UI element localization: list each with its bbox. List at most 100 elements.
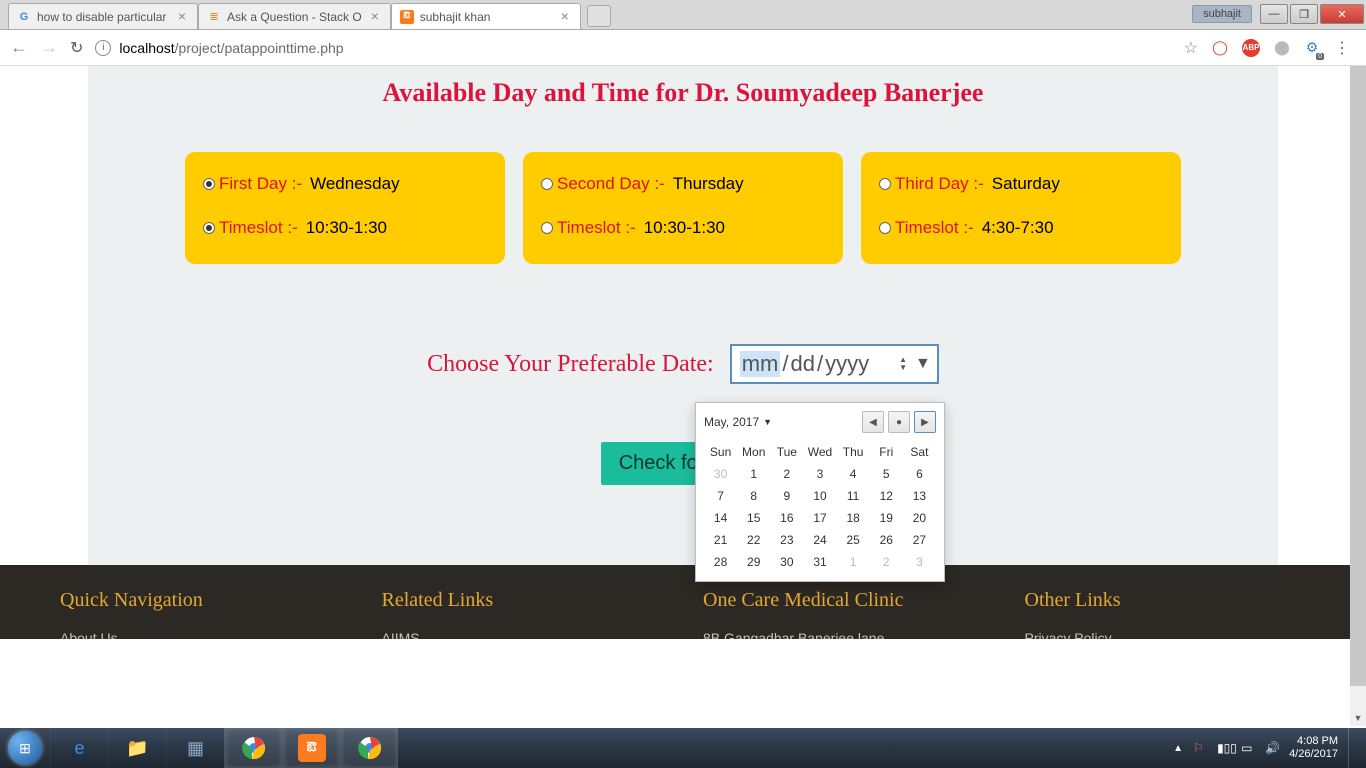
- vertical-scrollbar[interactable]: ▼: [1350, 66, 1366, 726]
- battery-icon[interactable]: ▭: [1241, 741, 1255, 755]
- second-timeslot-radio[interactable]: [541, 222, 553, 234]
- calendar-day-cell[interactable]: 1: [737, 463, 770, 485]
- date-input[interactable]: mm / dd / yyyy ▲▼ ▼: [730, 344, 939, 384]
- calendar-day-cell[interactable]: 13: [903, 485, 936, 507]
- taskbar-xampp[interactable]: ఔ: [282, 728, 340, 768]
- calendar-day-cell[interactable]: 19: [870, 507, 903, 529]
- calendar-day-cell[interactable]: 14: [704, 507, 737, 529]
- calendar-day-cell[interactable]: 8: [737, 485, 770, 507]
- calendar-day-cell[interactable]: 2: [770, 463, 803, 485]
- taskbar-app[interactable]: ▦: [166, 728, 224, 768]
- calendar-day-cell[interactable]: 17: [803, 507, 836, 529]
- adblock-extension-icon[interactable]: ABP: [1242, 39, 1260, 57]
- tray-expand-icon[interactable]: ▲: [1173, 743, 1183, 754]
- window-maximize-button[interactable]: ❐: [1290, 4, 1318, 24]
- calendar-day-cell[interactable]: 6: [903, 463, 936, 485]
- chrome-profile-badge[interactable]: subhajit: [1192, 5, 1252, 23]
- calendar-day-header: Mon: [737, 441, 770, 463]
- tab-close-icon[interactable]: ×: [558, 10, 572, 24]
- calendar-day-cell[interactable]: 4: [837, 463, 870, 485]
- scrollbar-down-icon[interactable]: ▼: [1350, 710, 1366, 726]
- start-button[interactable]: ⊞: [0, 728, 50, 768]
- opera-extension-icon[interactable]: ◯: [1212, 40, 1228, 56]
- tab-close-icon[interactable]: ×: [368, 10, 382, 24]
- calendar-day-cell[interactable]: 21: [704, 529, 737, 551]
- first-timeslot-radio[interactable]: [203, 222, 215, 234]
- calendar-day-cell[interactable]: 9: [770, 485, 803, 507]
- date-mm-segment[interactable]: mm: [740, 351, 781, 377]
- third-timeslot-radio[interactable]: [879, 222, 891, 234]
- url-host: localhost: [119, 40, 174, 56]
- calendar-day-cell[interactable]: 29: [737, 551, 770, 573]
- nav-back-icon[interactable]: ←: [10, 37, 28, 58]
- card-value: Wednesday: [310, 174, 399, 194]
- chrome-menu-icon[interactable]: ⋮: [1334, 38, 1350, 58]
- tab-close-icon[interactable]: ×: [175, 10, 189, 24]
- calendar-today-button[interactable]: ●: [888, 411, 910, 433]
- stackoverflow-favicon-icon: ≣: [207, 10, 221, 24]
- calendar-day-header: Fri: [870, 441, 903, 463]
- calendar-day-cell[interactable]: 3: [803, 463, 836, 485]
- taskbar-ie[interactable]: e: [50, 728, 108, 768]
- card-value: Thursday: [673, 174, 744, 194]
- bookmark-star-icon[interactable]: ☆: [1184, 38, 1198, 58]
- flag-icon[interactable]: ⚐: [1193, 741, 1207, 755]
- second-day-radio[interactable]: [541, 178, 553, 190]
- date-dropdown-icon[interactable]: ▼: [915, 355, 931, 373]
- calendar-day-cell[interactable]: 12: [870, 485, 903, 507]
- footer-link[interactable]: AIIMS: [382, 630, 664, 639]
- chrome-icon: [239, 733, 269, 763]
- date-spinner[interactable]: ▲▼: [899, 356, 907, 372]
- calendar-day-cell[interactable]: 30: [770, 551, 803, 573]
- calendar-day-cell[interactable]: 26: [870, 529, 903, 551]
- calendar-prev-button[interactable]: ◀: [862, 411, 884, 433]
- browser-tab[interactable]: ≣ Ask a Question - Stack O ×: [198, 3, 391, 29]
- calendar-day-cell[interactable]: 20: [903, 507, 936, 529]
- show-desktop-button[interactable]: [1348, 728, 1358, 768]
- calendar-day-cell[interactable]: 15: [737, 507, 770, 529]
- day-card-second: Second Day :- Thursday Timeslot :- 10:30…: [523, 152, 843, 264]
- extension-icon[interactable]: ⬤: [1274, 40, 1290, 56]
- first-day-radio[interactable]: [203, 178, 215, 190]
- calendar-day-cell[interactable]: 25: [837, 529, 870, 551]
- calendar-day-cell[interactable]: 23: [770, 529, 803, 551]
- calendar-next-button[interactable]: ▶: [914, 411, 936, 433]
- window-minimize-button[interactable]: —: [1260, 4, 1288, 24]
- volume-icon[interactable]: 🔊: [1265, 741, 1279, 755]
- address-bar[interactable]: i localhost/project/patappointtime.php: [95, 34, 1171, 62]
- browser-tab[interactable]: G how to disable particular ×: [8, 3, 198, 29]
- date-yyyy-segment[interactable]: yyyy: [825, 351, 869, 377]
- spinner-down-icon[interactable]: ▼: [899, 364, 907, 372]
- card-slot-value: 10:30-1:30: [644, 218, 725, 238]
- site-info-icon[interactable]: i: [95, 40, 111, 56]
- taskbar-chrome[interactable]: [224, 728, 282, 768]
- scrollbar-thumb[interactable]: [1350, 66, 1366, 686]
- tray-clock[interactable]: 4:08 PM 4/26/2017: [1289, 735, 1338, 761]
- third-day-radio[interactable]: [879, 178, 891, 190]
- taskbar-explorer[interactable]: 📁: [108, 728, 166, 768]
- date-separator: /: [815, 351, 825, 377]
- calendar-day-cell[interactable]: 10: [803, 485, 836, 507]
- calendar-month-selector[interactable]: May, 2017 ▼: [704, 415, 772, 429]
- footer-link[interactable]: Privacy Policy: [1025, 630, 1307, 639]
- date-dd-segment[interactable]: dd: [791, 351, 815, 377]
- taskbar-chrome-2[interactable]: [340, 728, 398, 768]
- window-close-button[interactable]: ✕: [1320, 4, 1364, 24]
- calendar-day-cell[interactable]: 31: [803, 551, 836, 573]
- calendar-day-cell[interactable]: 7: [704, 485, 737, 507]
- settings-extension-icon[interactable]: ⚙0: [1304, 40, 1320, 56]
- calendar-day-cell[interactable]: 18: [837, 507, 870, 529]
- calendar-day-cell[interactable]: 22: [737, 529, 770, 551]
- calendar-day-cell[interactable]: 11: [837, 485, 870, 507]
- calendar-day-cell[interactable]: 24: [803, 529, 836, 551]
- calendar-day-cell[interactable]: 5: [870, 463, 903, 485]
- card-label: Second Day :-: [557, 174, 665, 194]
- browser-tab-active[interactable]: ఔ subhajit khan ×: [391, 3, 581, 29]
- calendar-day-cell[interactable]: 16: [770, 507, 803, 529]
- calendar-day-cell[interactable]: 28: [704, 551, 737, 573]
- calendar-day-cell[interactable]: 27: [903, 529, 936, 551]
- reload-icon[interactable]: ↻: [70, 38, 83, 58]
- new-tab-button[interactable]: [587, 5, 611, 27]
- network-icon[interactable]: ▮▯▯: [1217, 741, 1231, 755]
- footer-link[interactable]: About Us: [60, 630, 342, 639]
